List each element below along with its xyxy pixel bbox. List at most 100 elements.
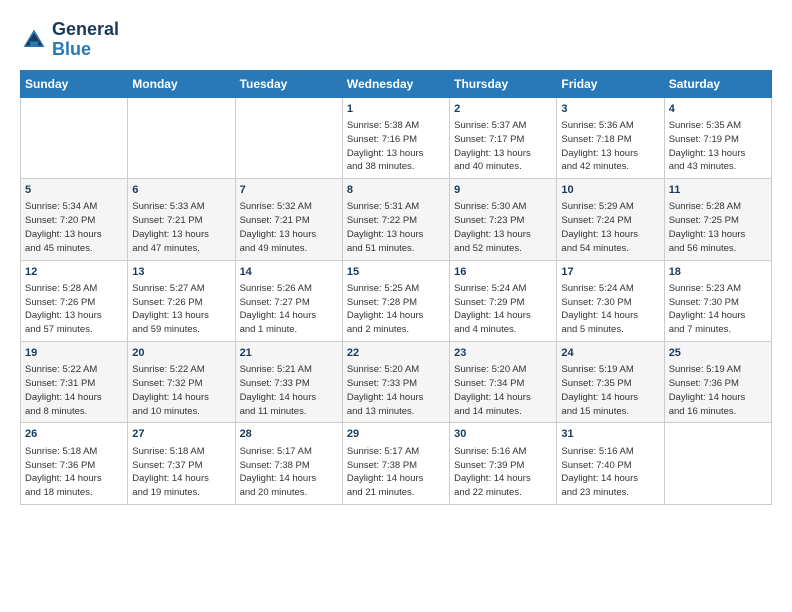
day-info: Sunrise: 5:24 AM Sunset: 7:30 PM Dayligh… bbox=[561, 282, 659, 337]
day-number: 4 bbox=[669, 102, 767, 117]
page-header: General Blue bbox=[20, 20, 772, 60]
day-info: Sunrise: 5:28 AM Sunset: 7:25 PM Dayligh… bbox=[669, 200, 767, 255]
day-number: 21 bbox=[240, 346, 338, 361]
day-info: Sunrise: 5:16 AM Sunset: 7:39 PM Dayligh… bbox=[454, 445, 552, 500]
calendar-cell: 3 Sunrise: 5:36 AM Sunset: 7:18 PM Daylig… bbox=[557, 97, 664, 178]
day-info: Sunrise: 5:28 AM Sunset: 7:26 PM Dayligh… bbox=[25, 282, 123, 337]
day-number: 16 bbox=[454, 265, 552, 280]
day-number: 19 bbox=[25, 346, 123, 361]
calendar-cell bbox=[21, 97, 128, 178]
calendar-cell: 22Sunrise: 5:20 AM Sunset: 7:33 PM Dayli… bbox=[342, 341, 449, 422]
calendar-cell: 2 Sunrise: 5:37 AM Sunset: 7:17 PM Daylig… bbox=[450, 97, 557, 178]
day-number: 23 bbox=[454, 346, 552, 361]
day-number: 2 bbox=[454, 102, 552, 117]
calendar-cell: 29 Sunrise: 5:17 AM Sunset: 7:38 PM Dayli… bbox=[342, 423, 449, 504]
calendar-week-row: 5 Sunrise: 5:34 AM Sunset: 7:20 PM Daylig… bbox=[21, 179, 772, 260]
calendar-cell: 27 Sunrise: 5:18 AM Sunset: 7:37 PM Dayli… bbox=[128, 423, 235, 504]
day-info: Sunrise: 5:30 AM Sunset: 7:23 PM Dayligh… bbox=[454, 200, 552, 255]
day-info: Sunrise: 5:18 AM Sunset: 7:37 PM Dayligh… bbox=[132, 445, 230, 500]
day-number: 28 bbox=[240, 427, 338, 442]
day-number: 25 bbox=[669, 346, 767, 361]
day-info: Sunrise: 5:17 AM Sunset: 7:38 PM Dayligh… bbox=[347, 445, 445, 500]
day-number: 12 bbox=[25, 265, 123, 280]
day-info: Sunrise: 5:24 AM Sunset: 7:29 PM Dayligh… bbox=[454, 282, 552, 337]
day-number: 13 bbox=[132, 265, 230, 280]
day-number: 26 bbox=[25, 427, 123, 442]
day-number: 6 bbox=[132, 183, 230, 198]
calendar-cell: 18Sunrise: 5:23 AM Sunset: 7:30 PM Dayli… bbox=[664, 260, 771, 341]
day-number: 1 bbox=[347, 102, 445, 117]
day-info: Sunrise: 5:35 AM Sunset: 7:19 PM Dayligh… bbox=[669, 119, 767, 174]
calendar-cell: 30 Sunrise: 5:16 AM Sunset: 7:39 PM Dayli… bbox=[450, 423, 557, 504]
calendar-cell: 8 Sunrise: 5:31 AM Sunset: 7:22 PM Daylig… bbox=[342, 179, 449, 260]
calendar-cell: 9 Sunrise: 5:30 AM Sunset: 7:23 PM Daylig… bbox=[450, 179, 557, 260]
day-info: Sunrise: 5:25 AM Sunset: 7:28 PM Dayligh… bbox=[347, 282, 445, 337]
calendar-cell: 7Sunrise: 5:32 AM Sunset: 7:21 PM Daylig… bbox=[235, 179, 342, 260]
calendar-cell: 11Sunrise: 5:28 AM Sunset: 7:25 PM Dayli… bbox=[664, 179, 771, 260]
day-info: Sunrise: 5:18 AM Sunset: 7:36 PM Dayligh… bbox=[25, 445, 123, 500]
weekday-header-saturday: Saturday bbox=[664, 70, 771, 97]
day-info: Sunrise: 5:33 AM Sunset: 7:21 PM Dayligh… bbox=[132, 200, 230, 255]
weekday-header-sunday: Sunday bbox=[21, 70, 128, 97]
calendar-cell: 28 Sunrise: 5:17 AM Sunset: 7:38 PM Dayli… bbox=[235, 423, 342, 504]
day-info: Sunrise: 5:29 AM Sunset: 7:24 PM Dayligh… bbox=[561, 200, 659, 255]
day-info: Sunrise: 5:37 AM Sunset: 7:17 PM Dayligh… bbox=[454, 119, 552, 174]
day-info: Sunrise: 5:22 AM Sunset: 7:31 PM Dayligh… bbox=[25, 363, 123, 418]
logo-icon bbox=[20, 26, 48, 54]
day-number: 14 bbox=[240, 265, 338, 280]
calendar-cell: 31 Sunrise: 5:16 AM Sunset: 7:40 PM Dayli… bbox=[557, 423, 664, 504]
day-info: Sunrise: 5:31 AM Sunset: 7:22 PM Dayligh… bbox=[347, 200, 445, 255]
day-number: 9 bbox=[454, 183, 552, 198]
day-info: Sunrise: 5:20 AM Sunset: 7:33 PM Dayligh… bbox=[347, 363, 445, 418]
weekday-header-wednesday: Wednesday bbox=[342, 70, 449, 97]
day-info: Sunrise: 5:22 AM Sunset: 7:32 PM Dayligh… bbox=[132, 363, 230, 418]
day-number: 31 bbox=[561, 427, 659, 442]
logo: General Blue bbox=[20, 20, 119, 60]
calendar-cell bbox=[664, 423, 771, 504]
calendar-cell: 13 Sunrise: 5:27 AM Sunset: 7:26 PM Dayli… bbox=[128, 260, 235, 341]
calendar-cell: 1Sunrise: 5:38 AM Sunset: 7:16 PM Daylig… bbox=[342, 97, 449, 178]
calendar-week-row: 19 Sunrise: 5:22 AM Sunset: 7:31 PM Dayli… bbox=[21, 341, 772, 422]
calendar-cell: 26 Sunrise: 5:18 AM Sunset: 7:36 PM Dayli… bbox=[21, 423, 128, 504]
day-number: 3 bbox=[561, 102, 659, 117]
calendar-cell: 14 Sunrise: 5:26 AM Sunset: 7:27 PM Dayli… bbox=[235, 260, 342, 341]
calendar-cell: 20Sunrise: 5:22 AM Sunset: 7:32 PM Dayli… bbox=[128, 341, 235, 422]
weekday-header-monday: Monday bbox=[128, 70, 235, 97]
day-number: 8 bbox=[347, 183, 445, 198]
weekday-header-thursday: Thursday bbox=[450, 70, 557, 97]
day-number: 29 bbox=[347, 427, 445, 442]
calendar-cell: 19 Sunrise: 5:22 AM Sunset: 7:31 PM Dayli… bbox=[21, 341, 128, 422]
weekday-header-row: SundayMondayTuesdayWednesdayThursdayFrid… bbox=[21, 70, 772, 97]
day-number: 10 bbox=[561, 183, 659, 198]
day-number: 15 bbox=[347, 265, 445, 280]
logo-text: General Blue bbox=[52, 20, 119, 60]
day-info: Sunrise: 5:20 AM Sunset: 7:34 PM Dayligh… bbox=[454, 363, 552, 418]
day-info: Sunrise: 5:26 AM Sunset: 7:27 PM Dayligh… bbox=[240, 282, 338, 337]
calendar-week-row: 26 Sunrise: 5:18 AM Sunset: 7:36 PM Dayli… bbox=[21, 423, 772, 504]
calendar-cell: 5 Sunrise: 5:34 AM Sunset: 7:20 PM Daylig… bbox=[21, 179, 128, 260]
calendar-week-row: 12 Sunrise: 5:28 AM Sunset: 7:26 PM Dayli… bbox=[21, 260, 772, 341]
calendar-cell: 24Sunrise: 5:19 AM Sunset: 7:35 PM Dayli… bbox=[557, 341, 664, 422]
page-container: General Blue SundayMondayTuesdayWednesda… bbox=[20, 20, 772, 505]
calendar-cell: 10 Sunrise: 5:29 AM Sunset: 7:24 PM Dayli… bbox=[557, 179, 664, 260]
calendar-cell: 25 Sunrise: 5:19 AM Sunset: 7:36 PM Dayli… bbox=[664, 341, 771, 422]
day-info: Sunrise: 5:19 AM Sunset: 7:36 PM Dayligh… bbox=[669, 363, 767, 418]
calendar-cell: 6 Sunrise: 5:33 AM Sunset: 7:21 PM Daylig… bbox=[128, 179, 235, 260]
day-number: 30 bbox=[454, 427, 552, 442]
calendar-cell bbox=[235, 97, 342, 178]
day-info: Sunrise: 5:36 AM Sunset: 7:18 PM Dayligh… bbox=[561, 119, 659, 174]
calendar-cell: 4 Sunrise: 5:35 AM Sunset: 7:19 PM Daylig… bbox=[664, 97, 771, 178]
day-info: Sunrise: 5:34 AM Sunset: 7:20 PM Dayligh… bbox=[25, 200, 123, 255]
day-number: 27 bbox=[132, 427, 230, 442]
day-number: 18 bbox=[669, 265, 767, 280]
weekday-header-tuesday: Tuesday bbox=[235, 70, 342, 97]
weekday-header-friday: Friday bbox=[557, 70, 664, 97]
day-number: 24 bbox=[561, 346, 659, 361]
day-number: 17 bbox=[561, 265, 659, 280]
day-info: Sunrise: 5:16 AM Sunset: 7:40 PM Dayligh… bbox=[561, 445, 659, 500]
day-info: Sunrise: 5:27 AM Sunset: 7:26 PM Dayligh… bbox=[132, 282, 230, 337]
calendar-cell: 21Sunrise: 5:21 AM Sunset: 7:33 PM Dayli… bbox=[235, 341, 342, 422]
day-number: 5 bbox=[25, 183, 123, 198]
calendar-cell: 23 Sunrise: 5:20 AM Sunset: 7:34 PM Dayli… bbox=[450, 341, 557, 422]
day-info: Sunrise: 5:17 AM Sunset: 7:38 PM Dayligh… bbox=[240, 445, 338, 500]
